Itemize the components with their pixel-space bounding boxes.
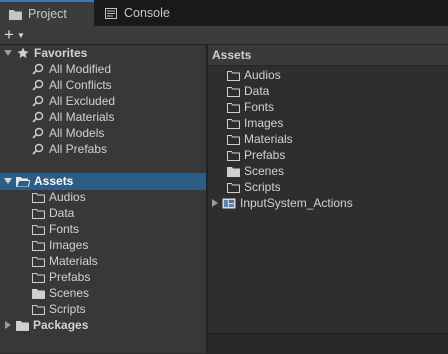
content-asset-label: InputSystem_Actions <box>240 196 353 210</box>
tree-folder-audios[interactable]: Audios <box>31 189 86 205</box>
folder-icon <box>226 68 240 82</box>
tab-bar: Project Console <box>0 0 448 26</box>
folder-icon <box>226 116 240 130</box>
folder-icon <box>31 190 45 204</box>
tree-folder-images[interactable]: Images <box>31 237 88 253</box>
search-icon <box>31 62 45 76</box>
tree-folder-scripts[interactable]: Scripts <box>31 301 86 317</box>
folder-open-icon <box>16 174 30 188</box>
folder-icon <box>226 100 240 114</box>
favorite-item-all-materials[interactable]: All Materials <box>31 109 114 125</box>
favorite-item-label: All Prefabs <box>49 142 108 156</box>
folder-icon <box>31 270 45 284</box>
tree-item-assets[interactable]: Assets <box>4 173 73 189</box>
status-strip <box>208 333 448 354</box>
tab-project[interactable]: Project <box>0 0 94 26</box>
project-toolbar: + ▼ <box>0 26 448 45</box>
tree-folder-label: Scenes <box>49 286 90 300</box>
console-icon <box>104 6 118 20</box>
favorite-item-label: All Materials <box>49 110 115 124</box>
expand-favorites-icon[interactable] <box>4 50 12 56</box>
tree-item-label: Assets <box>34 174 74 188</box>
search-icon <box>31 142 45 156</box>
tree-folder-prefabs[interactable]: Prefabs <box>31 269 90 285</box>
plus-icon: + <box>4 25 14 44</box>
content-folder-label: Scripts <box>244 180 281 194</box>
folder-icon <box>31 238 45 252</box>
search-icon <box>31 110 45 124</box>
content-folder-prefabs[interactable]: Prefabs <box>226 147 285 163</box>
folder-icon <box>226 180 240 194</box>
folder-filled-icon <box>15 318 29 332</box>
folder-icon <box>8 7 22 21</box>
content-folder-images[interactable]: Images <box>226 115 283 131</box>
content-asset-inputsystem-actions[interactable]: InputSystem_Actions <box>212 195 353 211</box>
search-icon <box>31 126 45 140</box>
content-folder-label: Scenes <box>244 164 285 178</box>
add-asset-button[interactable]: + ▼ <box>4 26 34 44</box>
tree-folder-label: Fonts <box>49 222 80 236</box>
chevron-down-icon: ▼ <box>16 31 25 40</box>
folder-icon <box>31 206 45 220</box>
tree-folder-label: Prefabs <box>49 270 91 284</box>
favorites-header[interactable]: Favorites <box>4 45 87 61</box>
tree-folder-scenes[interactable]: Scenes <box>31 285 89 301</box>
star-icon <box>16 46 30 60</box>
expand-packages-icon[interactable] <box>5 321 11 329</box>
folder-filled-icon <box>31 286 45 300</box>
search-icon <box>31 78 45 92</box>
tree-item-packages[interactable]: Packages <box>5 317 88 333</box>
folder-icon <box>226 84 240 98</box>
tree-folder-materials[interactable]: Materials <box>31 253 98 269</box>
content-folder-label: Data <box>244 84 270 98</box>
content-folder-scripts[interactable]: Scripts <box>226 179 281 195</box>
favorite-item-label: All Conflicts <box>49 78 112 92</box>
folder-filled-icon <box>226 164 240 178</box>
favorite-item-all-modified[interactable]: All Modified <box>31 61 111 77</box>
folder-icon <box>31 222 45 236</box>
content-folder-materials[interactable]: Materials <box>226 131 293 147</box>
favorite-item-label: All Models <box>49 126 105 140</box>
favorite-item-label: All Excluded <box>49 94 116 108</box>
content-folder-fonts[interactable]: Fonts <box>226 99 274 115</box>
input-actions-icon <box>222 196 236 210</box>
content-folder-label: Prefabs <box>244 148 286 162</box>
content-folder-label: Audios <box>244 68 281 82</box>
content-folder-label: Materials <box>244 132 293 146</box>
favorite-item-all-excluded[interactable]: All Excluded <box>31 93 115 109</box>
favorite-item-all-conflicts[interactable]: All Conflicts <box>31 77 112 93</box>
breadcrumb-assets[interactable]: Assets <box>212 48 251 62</box>
tree-folder-fonts[interactable]: Fonts <box>31 221 79 237</box>
tree-folder-label: Data <box>49 206 75 220</box>
tab-console[interactable]: Console <box>96 0 206 26</box>
content-folder-label: Fonts <box>244 100 275 114</box>
tree-folder-label: Materials <box>49 254 98 268</box>
folder-contents-panel: Assets Audios Data Fonts Images Material… <box>208 45 448 354</box>
tree-item-label: Packages <box>33 318 89 332</box>
content-folder-audios[interactable]: Audios <box>226 67 281 83</box>
tree-folder-label: Scripts <box>49 302 86 316</box>
content-folder-data[interactable]: Data <box>226 83 269 99</box>
tree-folder-label: Audios <box>49 190 86 204</box>
favorite-item-all-prefabs[interactable]: All Prefabs <box>31 141 107 157</box>
tree-folder-label: Images <box>49 238 89 252</box>
folder-icon <box>31 302 45 316</box>
content-folder-label: Images <box>244 116 284 130</box>
favorite-item-all-models[interactable]: All Models <box>31 125 104 141</box>
breadcrumb: Assets <box>208 45 448 66</box>
favorites-title: Favorites <box>34 46 88 60</box>
content-folder-scenes[interactable]: Scenes <box>226 163 284 179</box>
folder-tree-panel: Favorites All Modified All Conflicts All… <box>0 45 206 353</box>
folder-icon <box>31 254 45 268</box>
expand-asset-icon[interactable] <box>212 199 218 207</box>
search-icon <box>31 94 45 108</box>
tab-project-label: Project <box>28 7 67 21</box>
folder-icon <box>226 132 240 146</box>
favorite-item-label: All Modified <box>49 62 112 76</box>
expand-assets-icon[interactable] <box>4 178 12 184</box>
tree-folder-data[interactable]: Data <box>31 205 74 221</box>
tab-console-label: Console <box>124 6 170 20</box>
folder-icon <box>226 148 240 162</box>
